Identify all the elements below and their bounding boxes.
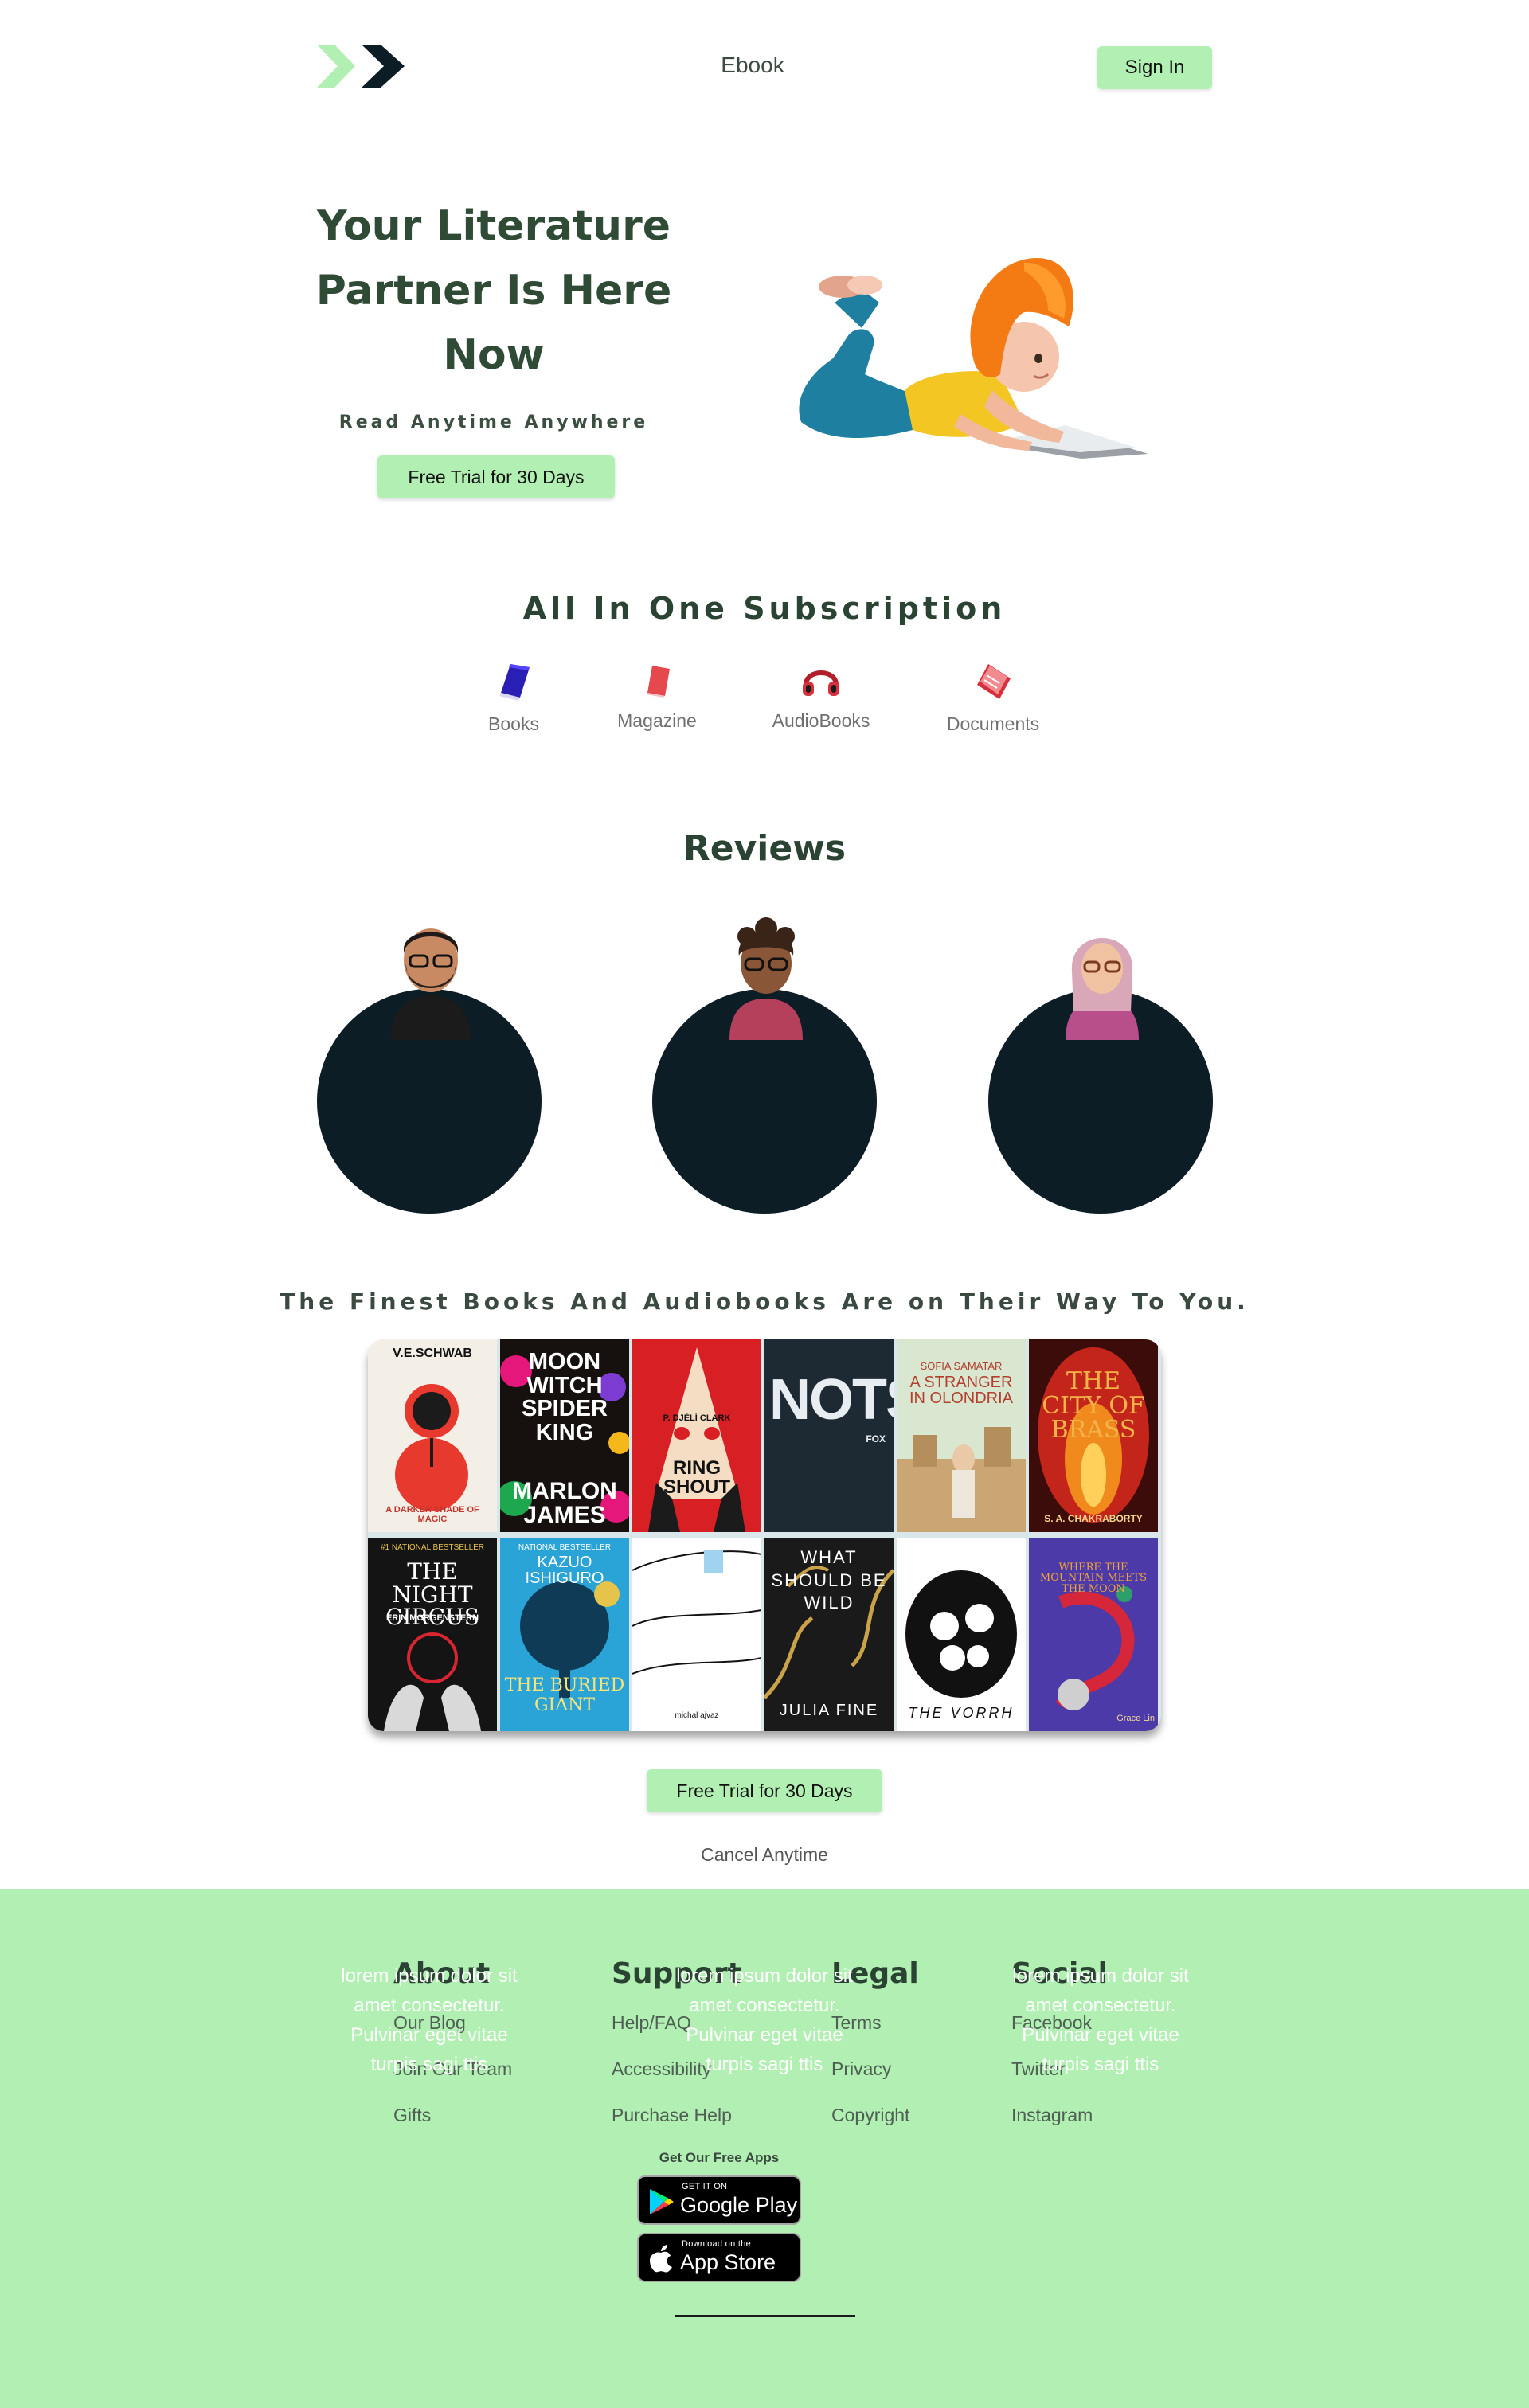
badge-small-text: GET IT ON [682, 2182, 728, 2191]
documents-icon [977, 664, 1011, 699]
subscription-item-documents[interactable]: Documents [925, 661, 1061, 735]
apps-label: Get Our Free Apps [659, 2150, 780, 2165]
book-cover[interactable]: MOON WITCH SPIDER KING MARLON JAMES [500, 1339, 629, 1532]
book-icon [499, 664, 530, 701]
book-cover[interactable]: THE CITY OF BRASS S. A. CHAKRABORTY [1029, 1339, 1158, 1532]
review-text: lorem ipsum dolor sit amet consectetur. … [341, 1965, 518, 2075]
book-cover[interactable]: THE VORRH [897, 1538, 1026, 1731]
footer-link[interactable]: Gifts [393, 2105, 512, 2151]
chevron-logo-icon [317, 45, 405, 88]
girl-reading-illustration [785, 239, 1159, 470]
bearded-man-avatar [391, 928, 471, 1040]
magazine-icon [646, 666, 670, 698]
book-author: A DARKER SHADE OF MAGIC [385, 1505, 479, 1524]
free-trial-button[interactable]: Free Trial for 30 Days [647, 1769, 882, 1812]
book-top-text: SOFIA SAMATAR [920, 1360, 1003, 1372]
book-title: A STRANGER IN OLONDRIA [909, 1374, 1014, 1408]
headphones-icon [803, 670, 839, 696]
book-title: RING SHOUT [663, 1457, 730, 1499]
book-top-text: NATIONAL BESTSELLER [518, 1543, 612, 1552]
book-author: michal ajvaz [675, 1711, 719, 1720]
book-cover[interactable]: WHAT SHOULD BE WILD JULIA FINE [764, 1538, 894, 1731]
book-top-text: #1 NATIONAL BESTSELLER [380, 1543, 485, 1552]
map-art-icon [395, 1384, 468, 1511]
book-title: WHAT SHOULD BE WILD [771, 1547, 887, 1613]
book-author: Grace Lin [1116, 1714, 1155, 1723]
badge-big-text: App Store [680, 2250, 776, 2274]
book-cover[interactable]: NATIONAL BESTSELLER KAZUO ISHIGURO THE B… [500, 1538, 629, 1731]
book-cover-grid: V.E.SCHWAB A DARKER SHADE OF MAGIC MOON … [368, 1339, 1161, 1731]
book-cover[interactable]: michal ajvaz [632, 1538, 761, 1731]
review-card: lorem ipsum dolor sit amet consectetur. … [651, 916, 882, 2075]
subscription-label: Books [488, 713, 539, 734]
cancel-anytime-note: Cancel Anytime [701, 1844, 828, 1865]
free-trial-button[interactable]: Free Trial for 30 Days [377, 455, 615, 498]
book-cover[interactable]: NOTS FOX [764, 1339, 894, 1532]
book-author: S. A. CHAKRABORTY [1044, 1513, 1143, 1524]
subscription-item-audiobooks[interactable]: AudioBooks [753, 661, 889, 732]
subscription-label: Magazine [617, 710, 697, 731]
books-heading: The Finest Books And Audiobooks Are on T… [280, 1288, 1249, 1315]
review-card: lorem ipsum dolor sit amet consectetur. … [315, 916, 546, 2075]
book-cover[interactable]: SOFIA SAMATAR A STRANGER IN OLONDRIA [897, 1339, 1026, 1532]
hijab-woman-avatar [1066, 938, 1139, 1040]
review-text: lorem ipsum dolor sit amet consectetur. … [676, 1965, 853, 2075]
badge-small-text: Download on the [682, 2239, 752, 2249]
badge-big-text: Google Play [680, 2193, 798, 2217]
book-author: THE BURIED GIANT [504, 1675, 625, 1715]
reviews-heading: Reviews [682, 828, 847, 869]
subscription-heading: All In One Subscription [522, 591, 1007, 626]
apple-icon [650, 2245, 672, 2273]
book-author: FOX [866, 1433, 886, 1444]
footer-link[interactable]: Purchase Help [612, 2105, 741, 2151]
book-top-text: P. DJÈLÍ CLARK [663, 1413, 731, 1423]
subscription-item-books[interactable]: Books [446, 661, 581, 735]
logo[interactable] [315, 41, 409, 91]
book-cover[interactable]: #1 NATIONAL BESTSELLER THE NIGHT CIRCUS … [368, 1538, 497, 1731]
footer-link[interactable]: Copyright [831, 2105, 919, 2151]
sign-in-button[interactable]: Sign In [1097, 46, 1212, 89]
google-play-icon [650, 2189, 674, 2214]
subscription-item-magazine[interactable]: Magazine [589, 661, 725, 732]
book-author: JULIA FINE [779, 1702, 879, 1719]
curly-hair-man-avatar [729, 917, 803, 1040]
book-top-text: V.E.SCHWAB [393, 1347, 472, 1360]
review-text: lorem ipsum dolor sit amet consectetur. … [1012, 1965, 1189, 2075]
vorrh-art-icon [905, 1570, 1017, 1698]
book-cover[interactable]: WHERE THE MOUNTAIN MEETS THE MOON Grace … [1029, 1538, 1158, 1731]
subscription-label: AudioBooks [772, 710, 870, 731]
nav-title[interactable]: Ebook [685, 53, 820, 78]
hood-hands-art-icon [648, 1347, 745, 1532]
app-store-badge[interactable]: Download on the App Store [637, 2233, 801, 2282]
book-author: THE VORRH [908, 1705, 1015, 1721]
review-card: lorem ipsum dolor sit amet consectetur. … [987, 916, 1218, 2075]
book-title: NOTS [769, 1368, 894, 1432]
book-title: MOON WITCH SPIDER KING [522, 1349, 608, 1445]
hero-title: Your Literature Partner Is Here Now [315, 202, 672, 379]
book-cover[interactable]: V.E.SCHWAB A DARKER SHADE OF MAGIC [368, 1339, 497, 1532]
hero-subtitle: Read Anytime Anywhere [338, 412, 649, 432]
book-title: WHERE THE MOUNTAIN MEETS THE MOON [1039, 1562, 1148, 1595]
book-title: KAZUO ISHIGURO [525, 1554, 604, 1588]
footer-divider [675, 2315, 855, 2317]
footer-link[interactable]: Instagram [1011, 2105, 1108, 2151]
line-art-icon [632, 1550, 761, 1675]
book-cover[interactable]: P. DJÈLÍ CLARK RING SHOUT [632, 1339, 761, 1532]
book-author: ERIN MORGENSTERN [385, 1613, 479, 1623]
book-title: THE CITY OF BRASS [1042, 1367, 1145, 1444]
subscription-label: Documents [946, 713, 1040, 734]
book-author: MARLON JAMES [512, 1478, 617, 1528]
google-play-badge[interactable]: GET IT ON Google Play [637, 2175, 801, 2225]
